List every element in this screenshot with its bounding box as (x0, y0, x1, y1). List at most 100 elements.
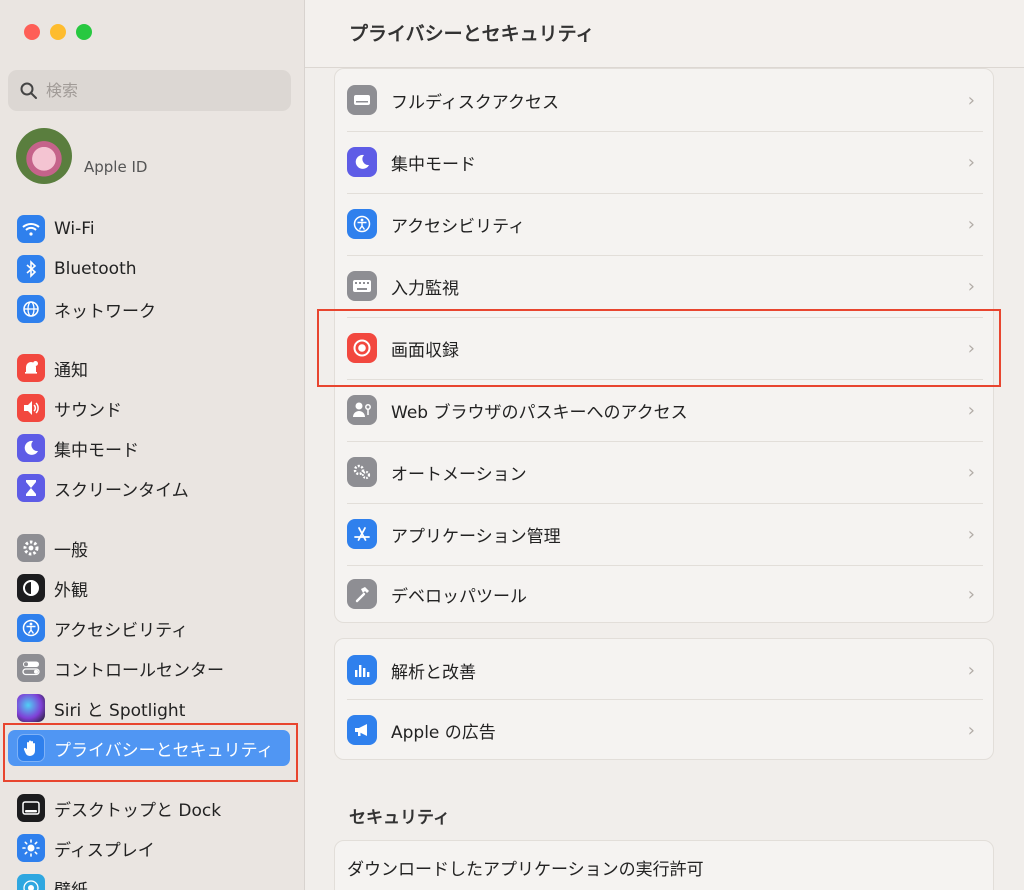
apple-id-item[interactable]: Apple ID (16, 128, 147, 184)
sidebar-item-sound[interactable]: サウンド (8, 390, 290, 426)
row-developer-tools[interactable]: デベロッパツール › (347, 563, 983, 625)
search-icon (20, 82, 37, 99)
row-analytics[interactable]: 解析と改善 › (347, 639, 983, 701)
siri-icon (17, 694, 45, 722)
gears-icon (347, 457, 377, 487)
accessibility-icon (347, 209, 377, 239)
sidebar-item-accessibility[interactable]: アクセシビリティ (8, 610, 290, 646)
chevron-right-icon: › (967, 213, 975, 235)
search-field[interactable] (8, 70, 291, 111)
sidebar-item-desktop-dock[interactable]: デスクトップと Dock (8, 790, 290, 826)
keyboard-icon (347, 271, 377, 301)
sidebar-item-label: Bluetooth (54, 259, 137, 279)
main-pane: プライバシーとセキュリティ フルディスクアクセス › 集中モード › アクセシビ… (305, 0, 1024, 890)
row-label: アプリケーション管理 (391, 526, 561, 547)
dock-icon (17, 794, 45, 822)
row-full-disk-access[interactable]: フルディスクアクセス › (347, 69, 983, 131)
row-label: フルディスクアクセス (391, 92, 559, 113)
security-section-header: セキュリティ (349, 808, 450, 828)
wifi-icon (17, 215, 45, 243)
highlight-box-sidebar (3, 723, 298, 782)
sidebar-item-label: 壁紙 (54, 876, 88, 890)
sidebar-item-bluetooth[interactable]: Bluetooth (8, 251, 290, 287)
sidebar-item-label: デスクトップと Dock (54, 800, 222, 821)
sidebar-item-displays[interactable]: ディスプレイ (8, 830, 290, 866)
sidebar-item-general[interactable]: 一般 (8, 530, 290, 566)
zoom-window-button[interactable] (76, 24, 92, 40)
sidebar-item-focus[interactable]: 集中モード (8, 430, 290, 466)
sidebar: Apple ID Wi-Fi Bluetooth ネットワーク 通知 サウンド (0, 0, 305, 890)
row-label: デベロッパツール (391, 586, 527, 607)
sidebar-item-label: サウンド (54, 400, 122, 421)
sidebar-item-siri-spotlight[interactable]: Siri と Spotlight (8, 690, 290, 726)
row-label: オートメーション (391, 464, 527, 485)
sidebar-item-label: ディスプレイ (54, 840, 155, 861)
appearance-icon (17, 574, 45, 602)
row-web-browser-passkeys[interactable]: Web ブラウザのパスキーへのアクセス › (347, 379, 983, 441)
chevron-right-icon: › (967, 659, 975, 681)
row-label: Web ブラウザのパスキーへのアクセス (391, 402, 688, 423)
row-apple-advertising[interactable]: Apple の広告 › (347, 699, 983, 761)
row-accessibility[interactable]: アクセシビリティ › (347, 193, 983, 255)
row-label: ダウンロードしたアプリケーションの実行許可 (347, 859, 704, 880)
row-allow-apps-downloaded: ダウンロードしたアプリケーションの実行許可 (347, 841, 983, 890)
chevron-right-icon: › (967, 719, 975, 741)
row-app-management[interactable]: アプリケーション管理 › (347, 503, 983, 565)
chevron-right-icon: › (967, 399, 975, 421)
toggles-icon (17, 654, 45, 682)
sidebar-item-wifi[interactable]: Wi-Fi (8, 211, 290, 247)
minimize-window-button[interactable] (50, 24, 66, 40)
sidebar-item-label: スクリーンタイム (54, 480, 189, 501)
chevron-right-icon: › (967, 523, 975, 545)
chevron-right-icon: › (967, 275, 975, 297)
row-label: 入力監視 (391, 278, 459, 299)
row-label: アクセシビリティ (391, 216, 526, 237)
avatar (16, 128, 72, 184)
sidebar-item-label: Wi-Fi (54, 219, 95, 239)
wallpaper-icon (17, 874, 45, 890)
search-input[interactable] (46, 81, 266, 100)
moon-icon (347, 147, 377, 177)
row-label: Apple の広告 (391, 722, 496, 743)
globe-icon (17, 295, 45, 323)
sidebar-item-label: コントロールセンター (54, 660, 224, 681)
sidebar-item-label: ネットワーク (54, 301, 156, 322)
bell-icon (17, 354, 45, 382)
window-controls (24, 24, 92, 40)
row-label: 集中モード (391, 154, 476, 175)
appstore-icon (347, 519, 377, 549)
sidebar-item-label: 一般 (54, 540, 88, 561)
row-focus[interactable]: 集中モード › (347, 131, 983, 193)
sidebar-item-label: Siri と Spotlight (54, 700, 186, 721)
sidebar-item-screen-time[interactable]: スクリーンタイム (8, 470, 290, 506)
hourglass-icon (17, 474, 45, 502)
person-key-icon (347, 395, 377, 425)
sidebar-item-notifications[interactable]: 通知 (8, 350, 290, 386)
sidebar-item-label: 外観 (54, 580, 88, 601)
chevron-right-icon: › (967, 151, 975, 173)
sun-icon (17, 834, 45, 862)
sidebar-item-wallpaper[interactable]: 壁紙 (8, 870, 290, 890)
sidebar-item-label: アクセシビリティ (54, 620, 189, 641)
sidebar-item-label: 集中モード (54, 440, 139, 461)
apple-id-label: Apple ID (84, 158, 148, 176)
disk-icon (347, 85, 377, 115)
sidebar-item-appearance[interactable]: 外観 (8, 570, 290, 606)
bluetooth-icon (17, 255, 45, 283)
accessibility-icon (17, 614, 45, 642)
gear-icon (17, 534, 45, 562)
highlight-box-screen-recording (317, 309, 1001, 387)
row-input-monitoring[interactable]: 入力監視 › (347, 255, 983, 317)
toolbar: プライバシーとセキュリティ (305, 0, 1024, 68)
row-label: 解析と改善 (391, 662, 476, 683)
sidebar-item-label: 通知 (54, 360, 88, 381)
speaker-icon (17, 394, 45, 422)
row-automation[interactable]: オートメーション › (347, 441, 983, 503)
analytics-ads-group: 解析と改善 › Apple の広告 › (334, 638, 994, 760)
close-window-button[interactable] (24, 24, 40, 40)
sidebar-item-network[interactable]: ネットワーク (8, 291, 290, 327)
security-group: ダウンロードしたアプリケーションの実行許可 (334, 840, 994, 890)
moon-icon (17, 434, 45, 462)
sidebar-item-control-center[interactable]: コントロールセンター (8, 650, 290, 686)
chevron-right-icon: › (967, 89, 975, 111)
